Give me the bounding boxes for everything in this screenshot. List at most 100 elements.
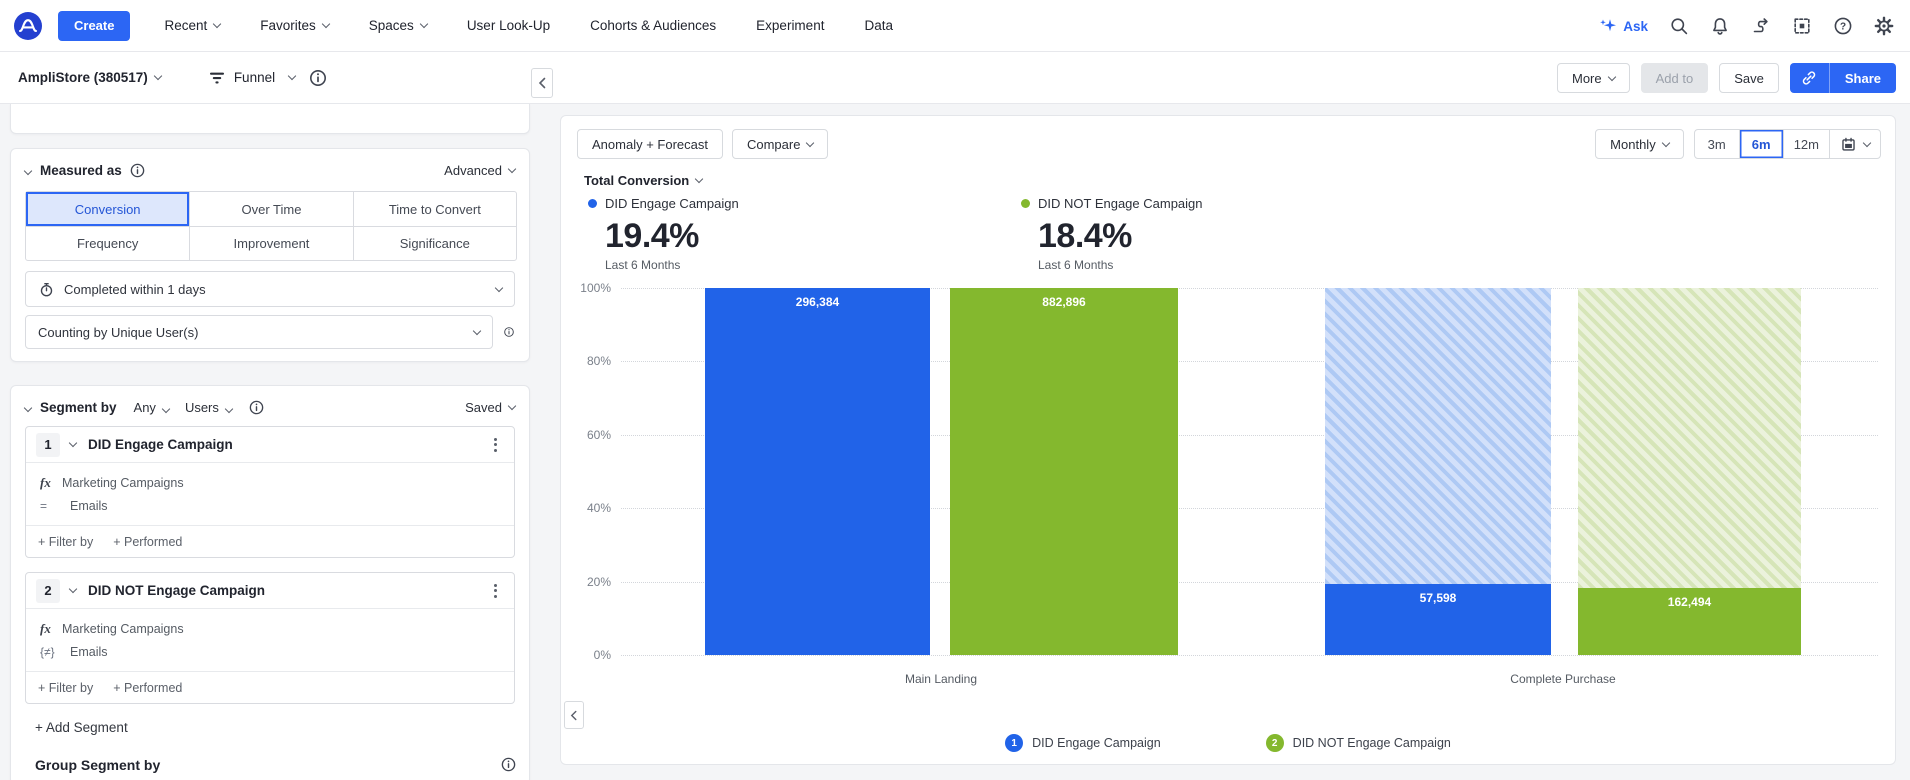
- chevron-down-icon: [507, 164, 517, 174]
- tab-conversion[interactable]: Conversion: [26, 192, 190, 226]
- share-button[interactable]: Share: [1829, 63, 1896, 93]
- y-axis-tick: 0%: [593, 648, 611, 662]
- nav-item-experiment[interactable]: Experiment: [756, 18, 824, 33]
- amplitude-logo-icon[interactable]: [14, 11, 42, 40]
- chevron-down-icon: [1607, 72, 1616, 81]
- chevron-down-icon[interactable]: [68, 438, 78, 448]
- tab-significance[interactable]: Significance: [352, 226, 516, 260]
- segment-index-badge[interactable]: 1: [36, 432, 60, 457]
- tab-frequency[interactable]: Frequency: [26, 226, 190, 260]
- bar-step1-did-not-engage[interactable]: 882,896: [950, 288, 1178, 655]
- chevron-down-icon: [806, 138, 815, 147]
- legend-badge: 1: [1005, 734, 1024, 752]
- dropoff-hatched-area: [1325, 288, 1551, 584]
- compare-dropdown[interactable]: Compare: [731, 129, 829, 159]
- chevron-down-icon: [507, 401, 517, 411]
- nav-item-user-lookup[interactable]: User Look-Up: [467, 18, 550, 33]
- x-axis-label-complete-purchase: Complete Purchase: [1510, 672, 1616, 686]
- nav-item-cohorts-audiences[interactable]: Cohorts & Audiences: [590, 18, 716, 33]
- copy-link-button[interactable]: [1789, 63, 1830, 93]
- segment-users-dropdown[interactable]: Users: [185, 400, 234, 415]
- segment-index-badge[interactable]: 2: [36, 578, 60, 603]
- nav-item-recent[interactable]: Recent: [164, 18, 222, 33]
- chart-panel: Anomaly + Forecast Compare Monthly 3m 6m…: [560, 115, 1896, 765]
- range-12m-button[interactable]: 12m: [1782, 130, 1829, 158]
- kebab-menu-icon[interactable]: [486, 583, 504, 598]
- range-6m-button[interactable]: 6m: [1738, 130, 1783, 158]
- metric-dropdown[interactable]: Total Conversion: [584, 173, 704, 188]
- collapse-panel-button[interactable]: [564, 701, 584, 729]
- chevron-down-icon: [153, 71, 163, 81]
- chevron-down-icon: [472, 326, 482, 335]
- pathfinder-icon[interactable]: [1751, 16, 1771, 36]
- segment-operator-row[interactable]: {≠} Emails: [40, 645, 502, 659]
- bar-step2-did-engage[interactable]: 57,598: [1325, 288, 1551, 655]
- tab-improvement[interactable]: Improvement: [189, 226, 353, 260]
- segment-event-row[interactable]: fx Marketing Campaigns: [40, 621, 502, 637]
- info-icon[interactable]: [129, 162, 146, 179]
- chevron-down-icon: [1661, 138, 1670, 147]
- collapse-sidebar-button[interactable]: [531, 68, 553, 98]
- filter-by-button[interactable]: + Filter by: [38, 535, 93, 549]
- filter-by-button[interactable]: + Filter by: [38, 681, 93, 695]
- performed-button[interactable]: + Performed: [113, 681, 182, 695]
- conversion-rate-value: 19.4%: [605, 217, 699, 255]
- series-color-dot: [588, 199, 597, 208]
- chart-type-selector[interactable]: Funnel: [207, 68, 328, 88]
- advanced-dropdown[interactable]: Advanced: [444, 163, 517, 178]
- notifications-bell-icon[interactable]: [1710, 16, 1730, 36]
- tab-over-time[interactable]: Over Time: [189, 192, 352, 226]
- create-button[interactable]: Create: [58, 10, 131, 41]
- funnel-chart-plot: 100% 80% 60% 40% 20% 0% 296,384 882,896 …: [580, 281, 1878, 686]
- bar-step1-did-engage[interactable]: 296,384: [705, 288, 930, 655]
- date-picker-button[interactable]: [1829, 130, 1880, 158]
- segment-event-row[interactable]: fx Marketing Campaigns: [40, 475, 502, 491]
- nav-item-data[interactable]: Data: [864, 18, 893, 33]
- counting-by-select[interactable]: Counting by Unique User(s): [25, 315, 493, 349]
- kebab-menu-icon[interactable]: [486, 437, 504, 452]
- legend-item-did-engage[interactable]: 1 DID Engage Campaign: [1005, 734, 1161, 752]
- nav-item-spaces[interactable]: Spaces: [369, 18, 429, 33]
- bar-step2-did-not-engage[interactable]: 162,494: [1578, 288, 1801, 655]
- chevron-down-icon[interactable]: [68, 584, 78, 594]
- legend-badge: 2: [1265, 734, 1284, 752]
- info-icon[interactable]: [248, 399, 265, 416]
- info-icon[interactable]: [500, 756, 517, 773]
- search-icon[interactable]: [1669, 16, 1689, 36]
- range-3m-button[interactable]: 3m: [1695, 130, 1739, 158]
- info-icon[interactable]: [503, 323, 515, 341]
- interval-dropdown[interactable]: Monthly: [1595, 129, 1684, 159]
- y-axis-tick: 20%: [586, 574, 611, 589]
- equals-operator: =: [40, 499, 48, 513]
- info-icon[interactable]: [308, 68, 328, 88]
- legend-item-did-not-engage[interactable]: 2 DID NOT Engage Campaign: [1265, 734, 1451, 752]
- segment-operator-row[interactable]: = Emails: [40, 499, 502, 513]
- save-button[interactable]: Save: [1719, 63, 1779, 93]
- tab-time-to-convert[interactable]: Time to Convert: [352, 192, 516, 226]
- segment-name[interactable]: DID Engage Campaign: [88, 437, 233, 452]
- segment-any-dropdown[interactable]: Any: [134, 400, 171, 415]
- more-button[interactable]: More: [1557, 63, 1630, 93]
- ask-ai-button[interactable]: Ask: [1598, 16, 1648, 36]
- section-collapse-chevron-icon[interactable]: [23, 166, 33, 175]
- settings-gear-icon[interactable]: [1874, 16, 1894, 36]
- add-segment-button[interactable]: + Add Segment: [35, 720, 128, 735]
- add-to-button[interactable]: Add to: [1640, 63, 1709, 93]
- conversion-window-select[interactable]: Completed within 1 days: [25, 271, 515, 307]
- funnel-icon: [209, 72, 224, 83]
- chevron-down-icon: [1862, 138, 1872, 147]
- metric-did-not-engage: DID NOT Engage Campaign 18.4% Last 6 Mon…: [1021, 196, 1203, 272]
- saved-dropdown[interactable]: Saved: [465, 400, 517, 415]
- section-collapse-chevron-icon[interactable]: [23, 403, 33, 412]
- help-icon[interactable]: ?: [1833, 16, 1853, 36]
- chevron-down-icon: [321, 19, 331, 29]
- anomaly-forecast-button[interactable]: Anomaly + Forecast: [577, 129, 723, 159]
- dashboard-select-icon[interactable]: [1792, 16, 1812, 36]
- measured-as-tabs: Conversion Over Time Time to Convert Fre…: [25, 191, 517, 261]
- segment-name[interactable]: DID NOT Engage Campaign: [88, 583, 265, 598]
- link-icon: [1803, 71, 1816, 85]
- project-selector[interactable]: AmpliStore (380517): [18, 70, 163, 85]
- chevron-down-icon: [419, 19, 429, 29]
- performed-button[interactable]: + Performed: [113, 535, 182, 549]
- nav-item-favorites[interactable]: Favorites: [260, 18, 331, 33]
